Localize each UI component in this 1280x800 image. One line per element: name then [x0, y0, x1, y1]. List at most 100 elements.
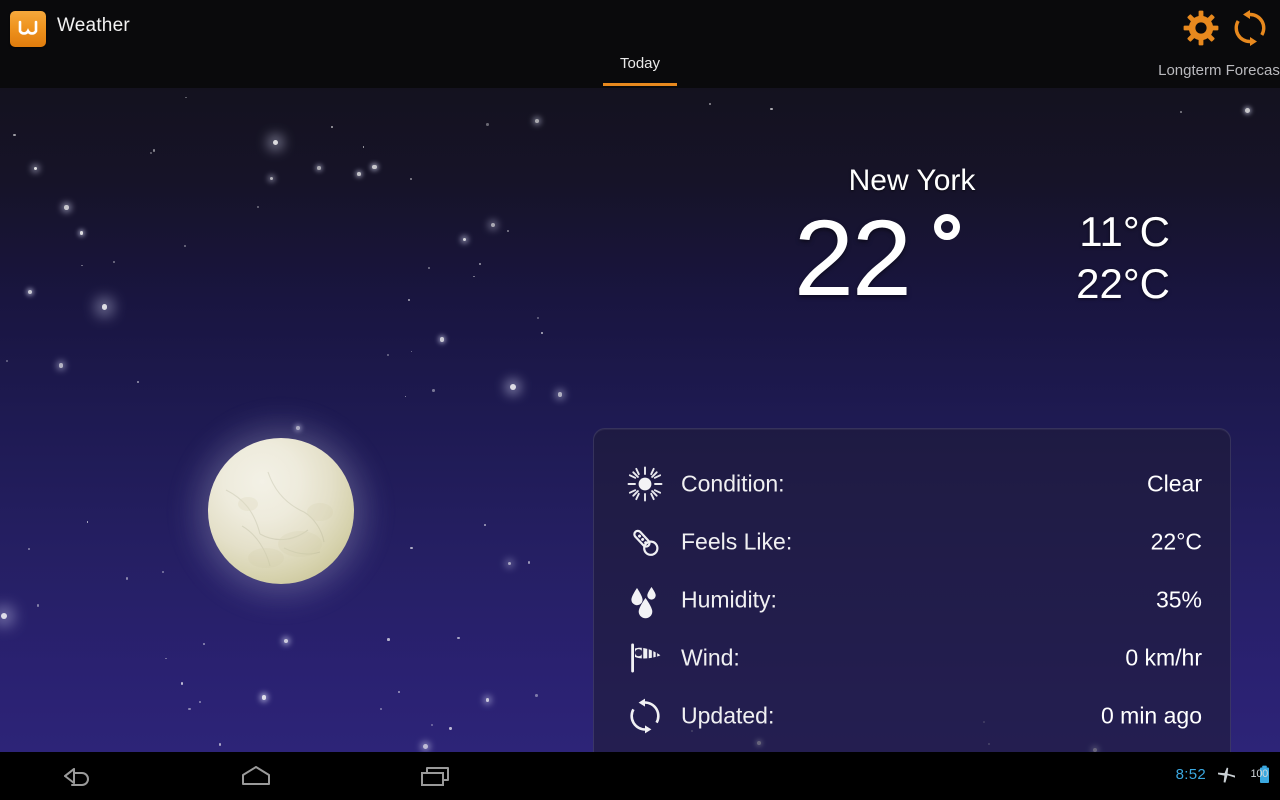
star	[407, 299, 410, 302]
refresh-icon[interactable]	[1230, 8, 1270, 48]
star	[112, 260, 116, 264]
star	[198, 700, 201, 703]
detail-value: 22°C	[1150, 528, 1202, 555]
star	[185, 96, 188, 99]
star	[536, 316, 540, 320]
gear-icon[interactable]	[1180, 7, 1222, 49]
app-title: Weather	[57, 15, 130, 36]
star	[430, 724, 433, 727]
star	[770, 107, 773, 111]
star	[357, 172, 361, 176]
weather-app-screen: Weather Today Longterm Forecast New York…	[0, 0, 1280, 800]
star	[428, 267, 430, 269]
star	[483, 523, 486, 526]
star	[125, 577, 129, 580]
star	[270, 176, 274, 181]
star	[387, 638, 390, 641]
battery-level-label: 100	[1250, 768, 1269, 780]
detail-row-condition: Condition: Clear	[594, 455, 1232, 513]
star	[33, 167, 37, 171]
star	[398, 691, 400, 694]
temperature-high: 11°C	[1079, 208, 1170, 255]
star	[362, 146, 365, 148]
star	[527, 561, 531, 564]
star	[387, 353, 390, 356]
star	[27, 289, 32, 294]
detail-label: Humidity:	[681, 586, 777, 613]
weather-details-card: Condition: Clear Feels Like: 22°C Humidi…	[593, 428, 1231, 752]
status-time: 8:52	[1175, 766, 1206, 783]
star	[410, 178, 413, 181]
star	[161, 570, 164, 573]
star	[463, 238, 467, 242]
weather-app-icon[interactable]	[10, 11, 46, 47]
temperature-low: 22°C	[1076, 260, 1170, 307]
detail-row-updated: Updated: 0 min ago	[594, 687, 1232, 745]
star	[486, 123, 490, 126]
star	[180, 682, 184, 685]
detail-value: 35%	[1155, 586, 1202, 613]
star	[317, 166, 321, 170]
star	[64, 205, 69, 210]
star	[708, 103, 712, 106]
detail-label: Condition:	[681, 470, 785, 497]
temperature-block: 22 11°C 22°C	[612, 204, 1212, 328]
star	[203, 642, 205, 645]
thermometer-icon	[626, 523, 664, 561]
star	[410, 546, 413, 549]
sun-icon	[626, 465, 664, 503]
star	[535, 119, 539, 124]
star	[479, 262, 482, 265]
star	[283, 639, 288, 644]
star	[1245, 107, 1251, 113]
tab-active-indicator	[603, 83, 677, 86]
current-temperature: 22	[793, 197, 912, 318]
star	[59, 363, 64, 368]
tab-today[interactable]: Today	[603, 54, 677, 88]
detail-row-humidity: Humidity: 35%	[594, 571, 1232, 629]
humidity-icon	[626, 581, 664, 619]
star	[379, 707, 383, 710]
detail-row-wind: Wind: 0 km/hr	[594, 629, 1232, 687]
android-navigation-bar: 8:52 100	[0, 752, 1280, 800]
star	[79, 231, 83, 235]
star	[150, 151, 152, 154]
star	[257, 205, 260, 208]
detail-label: Wind:	[681, 644, 740, 671]
star	[165, 657, 168, 660]
star	[449, 727, 452, 730]
star	[541, 332, 543, 334]
home-icon[interactable]	[234, 761, 278, 791]
star	[27, 547, 30, 550]
airplane-mode-icon	[1216, 766, 1236, 786]
detail-row-feels-like: Feels Like: 22°C	[594, 513, 1232, 571]
windsock-icon	[626, 639, 664, 677]
refresh-icon	[626, 697, 664, 735]
star	[457, 637, 460, 640]
star	[188, 707, 191, 711]
detail-value: 0 min ago	[1100, 702, 1202, 729]
back-icon[interactable]	[55, 761, 99, 791]
star	[535, 694, 539, 697]
star	[372, 164, 377, 170]
star	[557, 392, 563, 397]
star	[404, 395, 407, 398]
city-name: New York	[848, 164, 976, 197]
star	[330, 126, 333, 129]
tab-today-label: Today	[619, 55, 661, 72]
star	[101, 304, 108, 311]
star	[184, 244, 186, 247]
star	[218, 743, 222, 746]
star	[422, 744, 428, 749]
star	[272, 139, 278, 145]
degree-symbol-icon	[934, 214, 960, 240]
star	[136, 381, 139, 384]
star	[490, 222, 496, 228]
star	[86, 521, 89, 523]
recent-apps-icon[interactable]	[414, 761, 458, 791]
action-bar: Weather Today Longterm Forecast	[0, 0, 1280, 88]
longterm-forecast-label[interactable]: Longterm Forecast	[1158, 62, 1280, 79]
star	[13, 133, 16, 136]
star	[0, 613, 8, 620]
star	[152, 149, 156, 152]
